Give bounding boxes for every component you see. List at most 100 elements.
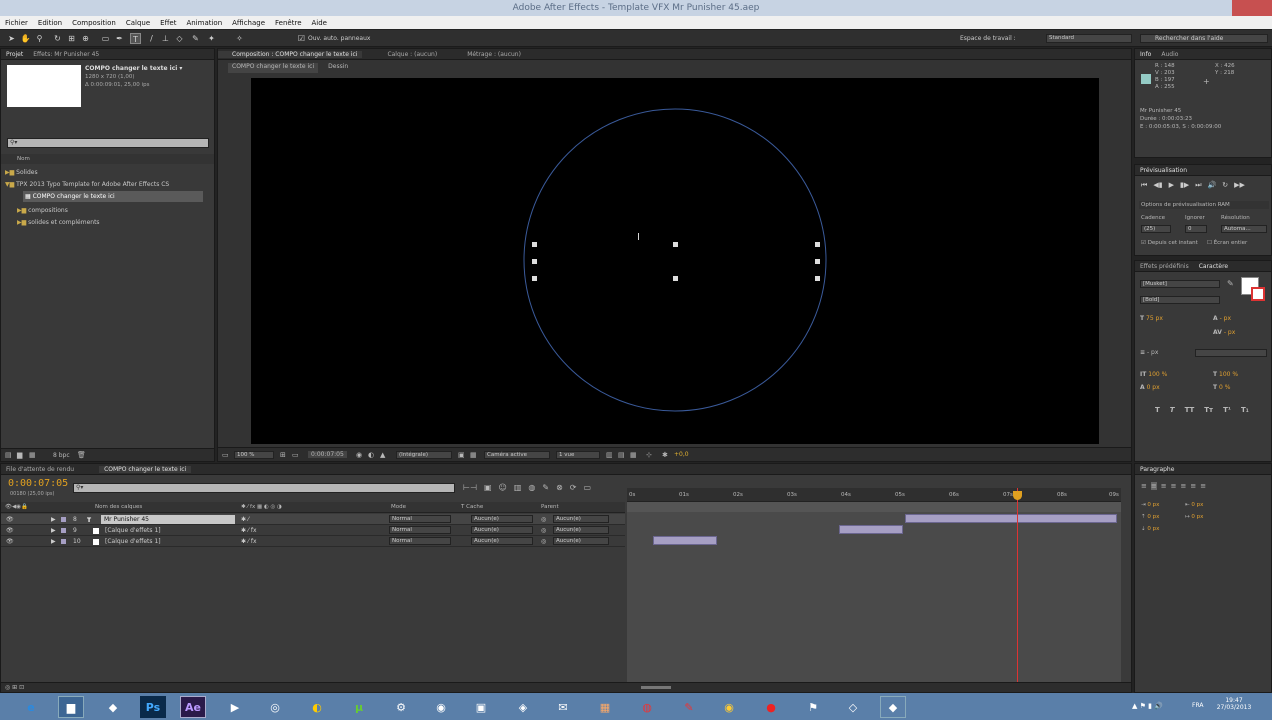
space-before-field[interactable]: ⇡ 0 px — [1141, 514, 1159, 520]
menu-composition[interactable]: Composition — [67, 19, 121, 27]
stroke-color-swatch[interactable] — [1251, 287, 1265, 301]
explorer-icon[interactable]: ▆ — [58, 696, 84, 718]
brush-tool-icon[interactable]: / — [146, 33, 157, 44]
layer-switches[interactable]: ✱ ⁄ fx — [241, 525, 257, 536]
zoom-tool-icon[interactable]: ⚲ — [34, 33, 45, 44]
tab-composition[interactable]: Composition : COMPO changer le texte ici — [218, 50, 363, 58]
space-after-field[interactable]: ⇣ 0 px — [1141, 526, 1159, 532]
label-color[interactable] — [61, 539, 66, 544]
app-icon[interactable]: ◍ — [634, 696, 660, 718]
channel-icon[interactable]: ▲ — [380, 451, 385, 459]
roi-icon[interactable]: ▣ — [458, 451, 465, 459]
pan-behind-tool-icon[interactable]: ⊕ — [80, 33, 91, 44]
anchor-handle[interactable] — [532, 242, 537, 247]
selection-tool-icon[interactable]: ➤ — [6, 33, 17, 44]
parent-pickwhip-icon[interactable]: ◎ — [541, 536, 546, 547]
tsume-field[interactable]: T 0 % — [1213, 384, 1230, 391]
project-item[interactable]: ▼▆ TPX 2013 Typo Template for Adobe Afte… — [5, 179, 169, 190]
layer-name[interactable]: [Calque d'effets 1] — [105, 536, 161, 547]
eyedropper-icon[interactable]: ✎ — [1227, 279, 1234, 288]
expand-arrow-icon[interactable]: ▶ — [51, 525, 56, 536]
views-select[interactable]: 1 vue — [556, 451, 600, 459]
layer-clip[interactable] — [905, 514, 1117, 523]
align-center-icon[interactable]: ≡ — [1150, 482, 1157, 490]
roto-brush-tool-icon[interactable]: ✎ — [190, 33, 201, 44]
col-cache[interactable]: T Cache — [461, 502, 483, 513]
breadcrumb-comp[interactable]: COMPO changer le texte ici — [228, 63, 319, 73]
tab-preview[interactable]: Prévisualisation — [1135, 167, 1192, 174]
tab-effects-presets[interactable]: Effets prédéfinis — [1135, 263, 1194, 270]
comp-viewer[interactable]: I — [251, 78, 1099, 444]
hide-shy-icon[interactable]: ☺ — [499, 483, 507, 492]
rotate-tool-icon[interactable]: ↻ — [52, 33, 63, 44]
tab-projet[interactable]: Projet — [1, 51, 28, 58]
close-button[interactable] — [1232, 0, 1272, 16]
tracking-field[interactable]: AV - px — [1213, 329, 1235, 336]
horizontal-scale-field[interactable]: T 100 % — [1213, 371, 1238, 378]
toggle-switches-icon[interactable]: ◎ ⊞ ⊡ — [5, 684, 24, 691]
layer-mode-select[interactable]: Normal — [389, 526, 451, 534]
first-frame-icon[interactable]: ⏮ — [1141, 181, 1147, 190]
project-item[interactable]: ▶▆ Solides — [5, 167, 38, 178]
auto-keyframe-icon[interactable]: ⟳ — [570, 483, 577, 492]
draft-3d-icon[interactable]: ▣ — [484, 483, 492, 492]
mask-path[interactable] — [523, 108, 827, 412]
app-icon[interactable]: ▦ — [592, 696, 618, 718]
app-icon[interactable]: ◐ — [304, 696, 330, 718]
ignorer-select[interactable]: 0 — [1185, 225, 1207, 233]
hand-tool-icon[interactable]: ✋ — [20, 33, 31, 44]
next-frame-icon[interactable]: ▮▶ — [1180, 181, 1189, 190]
media-icon[interactable]: ▣ — [468, 696, 494, 718]
tab-calque[interactable]: Calque : (aucun) — [382, 51, 442, 58]
steam-icon[interactable]: ⚙ — [388, 696, 414, 718]
parent-pickwhip-icon[interactable]: ◎ — [541, 514, 546, 525]
tab-timeline-comp[interactable]: COMPO changer le texte ici — [99, 465, 192, 473]
ram-options-label[interactable]: Options de prévisualisation RAM — [1139, 201, 1269, 209]
comp-mini-flowchart-icon[interactable]: ⊢⊣ — [463, 483, 477, 492]
app-icon[interactable]: ◆ — [100, 696, 126, 718]
anchor-handle[interactable] — [673, 242, 678, 247]
align-right-icon[interactable]: ≡ — [1161, 482, 1167, 490]
anchor-handle[interactable] — [673, 276, 678, 281]
align-left-icon[interactable]: ≡ — [1141, 482, 1147, 490]
col-parent[interactable]: Parent — [541, 502, 559, 513]
menu-fichier[interactable]: Fichier — [0, 19, 33, 27]
tab-render-queue[interactable]: File d'attente de rendu — [1, 466, 79, 473]
resolution-select[interactable]: (Intégrale) — [396, 451, 452, 459]
anchor-handle[interactable] — [815, 276, 820, 281]
new-comp-icon[interactable]: ▦ — [29, 451, 36, 459]
layer-mode-select[interactable]: Normal — [389, 515, 451, 523]
anchor-handle[interactable] — [532, 259, 537, 264]
workspace-select[interactable]: Standard — [1046, 34, 1132, 43]
toggle-pixel-icon[interactable]: ▥ — [606, 451, 613, 459]
layer-parent-select[interactable]: Aucun(e) — [553, 526, 609, 534]
camera-select[interactable]: Caméra active — [484, 451, 550, 459]
anchor-handle[interactable] — [815, 242, 820, 247]
label-color[interactable] — [61, 528, 66, 533]
clone-tool-icon[interactable]: ⊥ — [160, 33, 171, 44]
app-icon[interactable]: ◈ — [510, 696, 536, 718]
project-item-selected[interactable]: ▦ COMPO changer le texte ici — [23, 191, 203, 202]
mask-visibility-icon[interactable]: ▭ — [292, 451, 299, 459]
col-layer-name[interactable]: Nom des calques — [95, 502, 142, 513]
menu-animation[interactable]: Animation — [181, 19, 227, 27]
layer-name[interactable]: [Calque d'effets 1] — [105, 525, 161, 536]
last-frame-icon[interactable]: ⏭ — [1195, 181, 1201, 190]
all-caps-icon[interactable]: TT — [1185, 406, 1195, 414]
play-icon[interactable]: ▶ — [1169, 181, 1174, 190]
layer-switches[interactable]: ✱ ⁄ — [241, 514, 249, 525]
text-tool-icon[interactable]: T — [130, 33, 141, 44]
timeline-timecode[interactable]: 0:00:07:05 — [8, 478, 68, 489]
zoom-slider[interactable] — [641, 686, 671, 689]
layer-row[interactable]: 👁 ▶ 8 T Mr Punisher 45 ✱ ⁄ Normal Aucun(… — [1, 514, 625, 525]
from-current-checkbox[interactable]: ☑ Depuis cet instant — [1141, 240, 1198, 246]
brainstorm-icon[interactable]: ✎ — [542, 483, 549, 492]
clock[interactable]: 19:47 27/03/2013 — [1214, 697, 1254, 711]
parent-pickwhip-icon[interactable]: ◎ — [541, 525, 546, 536]
anchor-handle[interactable] — [532, 276, 537, 281]
menu-edition[interactable]: Edition — [33, 19, 67, 27]
tab-character[interactable]: Caractère — [1194, 263, 1233, 270]
record-icon[interactable]: ● — [758, 696, 784, 718]
after-effects-icon[interactable]: Ae — [180, 696, 206, 718]
font-family-select[interactable]: [Musket] — [1140, 280, 1220, 288]
